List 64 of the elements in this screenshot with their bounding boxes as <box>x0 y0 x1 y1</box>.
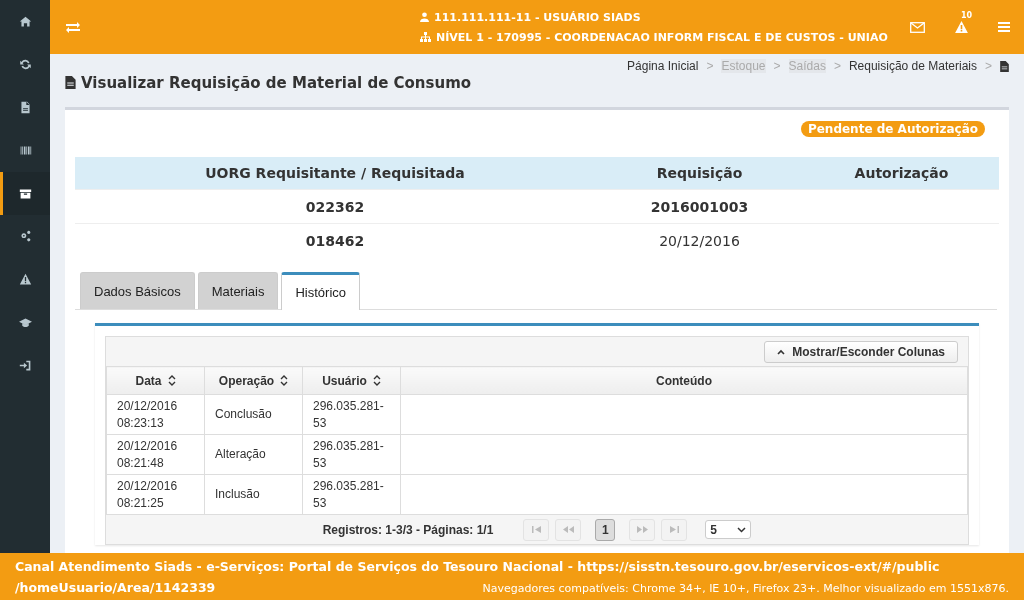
table-cell: 20/12/2016 08:23:13 <box>117 398 178 430</box>
breadcrumb-separator: > <box>833 59 841 73</box>
page-title: Visualizar Requisição de Material de Consumo <box>81 73 472 92</box>
graduation-cap-icon <box>18 316 32 329</box>
notification-count: 10 <box>961 11 973 20</box>
last-page-icon <box>669 526 679 533</box>
breadcrumb-link[interactable]: Página Inicial <box>627 59 699 73</box>
table-cell: Conclusão <box>215 407 272 421</box>
tab[interactable]: Dados Básicos <box>80 272 195 309</box>
status-badge: Pendente de Autorização <box>800 121 985 137</box>
document-icon <box>65 76 76 89</box>
warning-icon[interactable] <box>955 21 968 33</box>
breadcrumb-link[interactable]: Requisição de Materiais <box>848 59 977 73</box>
refresh-icon <box>18 58 32 71</box>
table-cell: 018462 <box>305 232 365 249</box>
sign-in-icon <box>18 359 32 372</box>
archive-icon <box>18 187 32 200</box>
breadcrumb-separator: > <box>985 59 992 73</box>
table-cell: 20/12/2016 08:21:25 <box>117 478 178 510</box>
home-icon <box>18 15 32 28</box>
table-cell: 20/12/2016 08:21:48 <box>117 438 178 470</box>
breadcrumb-separator: > <box>706 59 714 73</box>
sidebar-item[interactable] <box>0 172 50 215</box>
breadcrumb-link: Saídas <box>788 59 826 73</box>
next-page-icon <box>636 526 648 533</box>
table-cell: Alteração <box>215 447 266 461</box>
table-cell: 20/12/2016 <box>659 232 740 249</box>
sort-icon <box>167 375 176 386</box>
column-header: Requisição <box>595 157 804 190</box>
table-cell: 2016001003 <box>650 198 749 215</box>
page-size-select[interactable]: 5 <box>705 520 752 539</box>
column-header: Autorização <box>804 157 999 190</box>
sort-icon <box>372 375 381 386</box>
browser-note: Navegadores compatíveis: Chrome 34+, IE 10+, Firefox 23+. Melhor visualizado em 1551x876. <box>482 581 1009 595</box>
tab[interactable]: Materiais <box>197 272 279 309</box>
tab[interactable]: Histórico <box>281 272 361 310</box>
first-page-icon <box>531 526 541 533</box>
gears-icon <box>18 230 32 243</box>
page-button[interactable]: 1 <box>595 518 616 541</box>
table-cell: 296.035.281-53 <box>313 438 384 470</box>
menu-icon[interactable] <box>998 22 1010 32</box>
columns-toggle-button[interactable]: Mostrar/Esconder Colunas <box>764 341 958 363</box>
previous-page-icon <box>562 526 574 533</box>
table-cell: 022362 <box>305 198 365 215</box>
column-header[interactable]: Conteúdo <box>656 373 712 388</box>
user-level: NÍVEL 1 - 170995 - COORDENACAO INFORM FISCAL E DE CUSTOS - UNIAO <box>436 30 888 44</box>
sort-icon <box>280 375 289 386</box>
table-cell: 296.035.281-53 <box>313 398 384 430</box>
records-info: Registros: 1-3/3 - Páginas: 1/1 <box>322 522 494 537</box>
document-icon <box>18 101 32 114</box>
warning-icon <box>18 273 32 286</box>
chevron-down-icon <box>737 526 747 533</box>
swap-icon[interactable] <box>66 21 80 33</box>
breadcrumb-link: Estoque <box>721 59 766 73</box>
user-name: 111.111.111-11 - USUÁRIO SIADS <box>434 10 641 24</box>
caret-icon <box>777 349 786 355</box>
user-icon <box>420 12 429 22</box>
table-cell: 296.035.281-53 <box>313 478 384 510</box>
breadcrumb-separator: > <box>773 59 781 73</box>
sitemap-icon <box>420 32 431 42</box>
table-cell: Inclusão <box>215 487 260 501</box>
document-icon <box>1000 60 1009 72</box>
column-header: UORG Requisitante / Requisitada <box>75 157 595 190</box>
mail-icon[interactable] <box>910 21 925 33</box>
